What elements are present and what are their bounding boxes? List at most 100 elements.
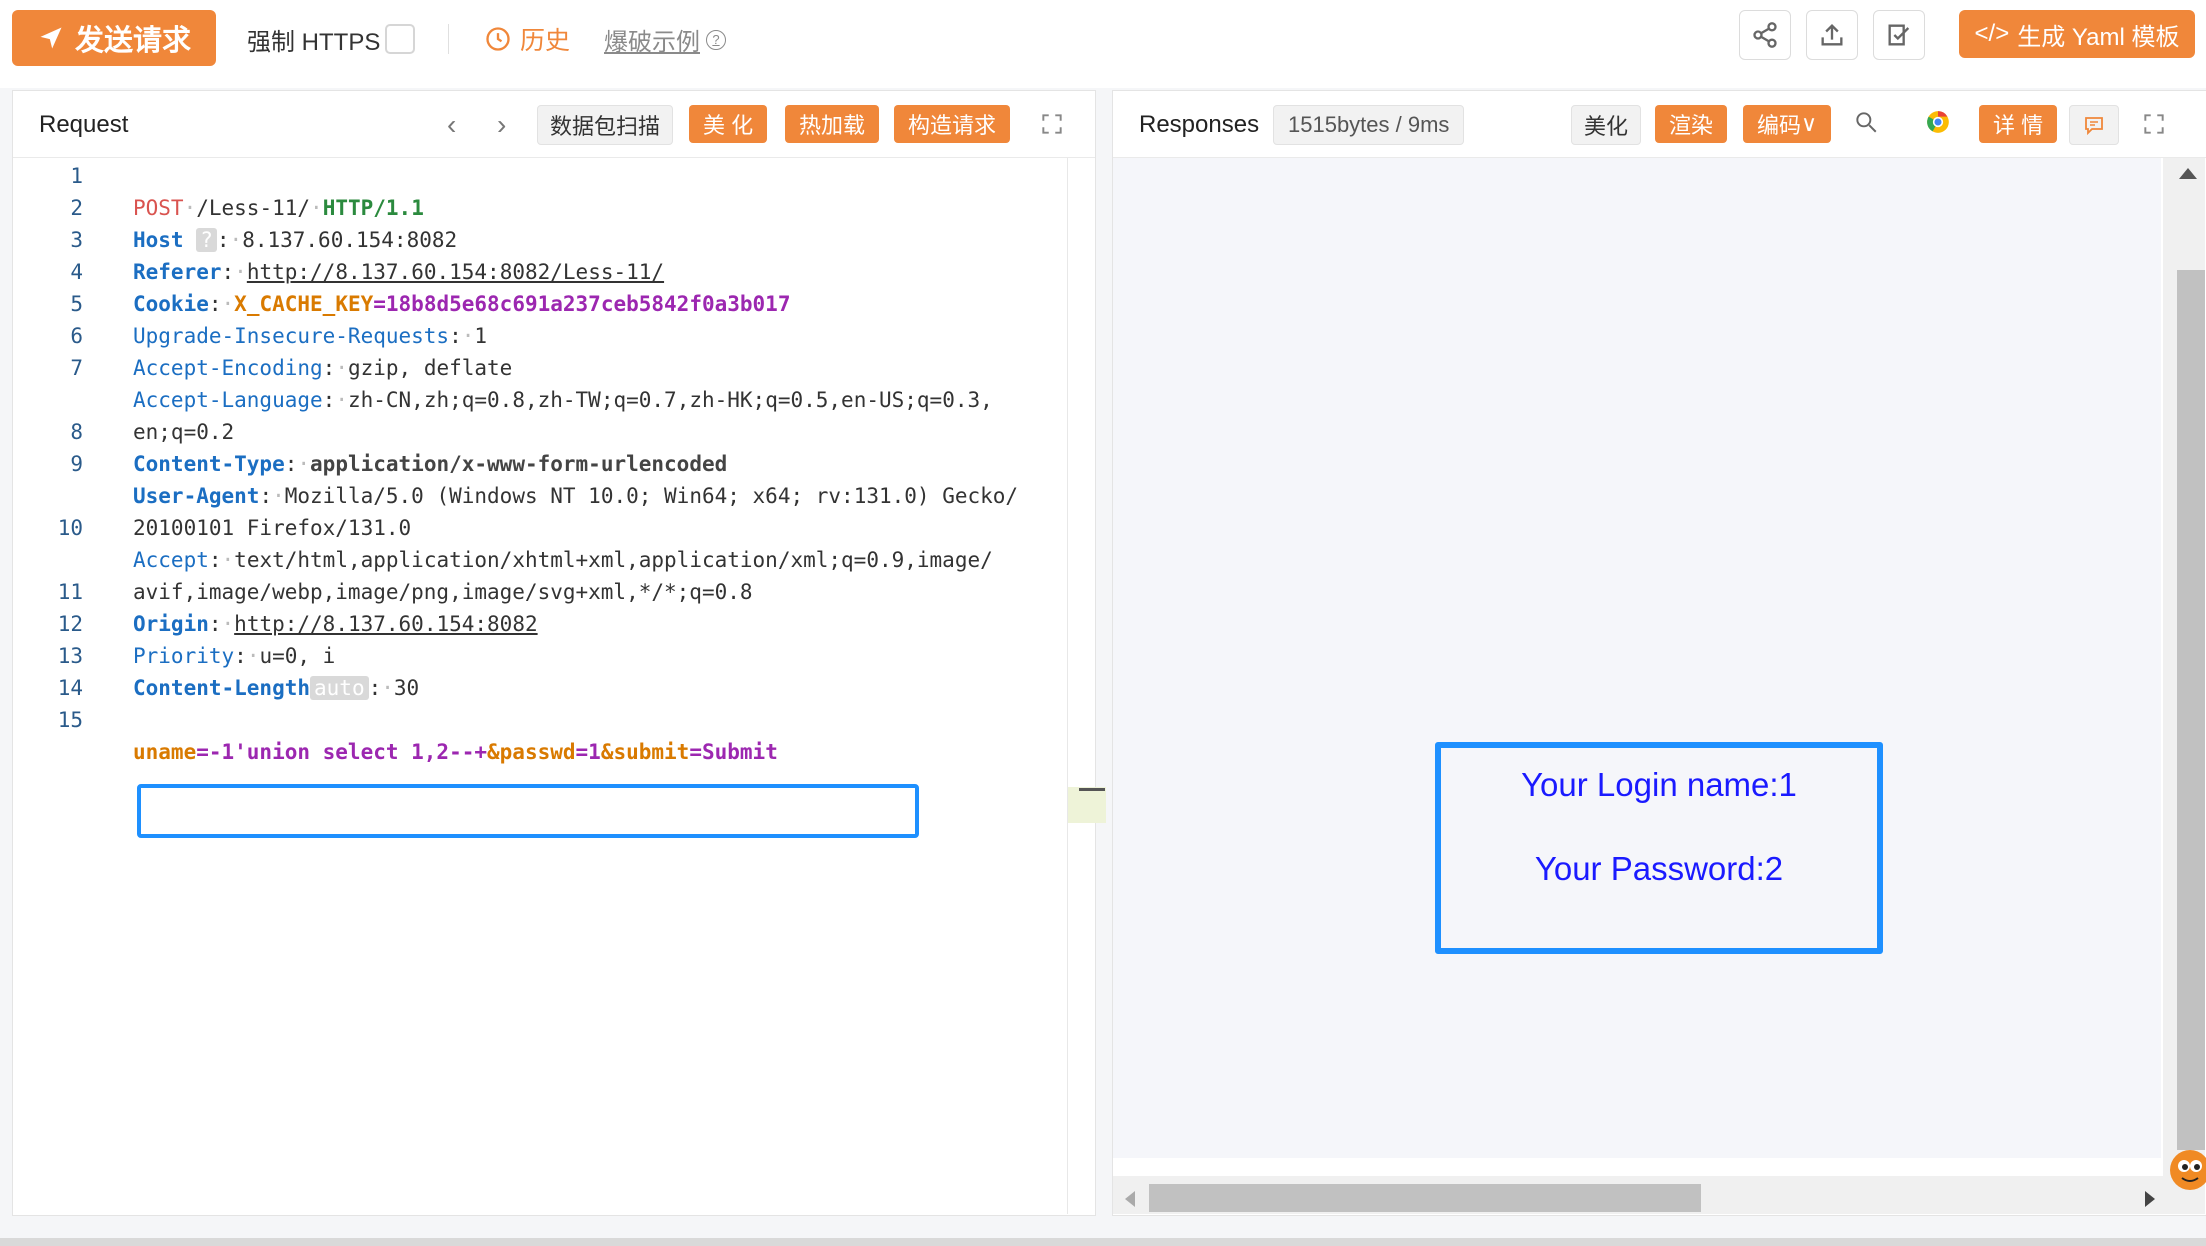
mascot-icon[interactable] [2160,1140,2206,1200]
header-key: Priority [133,644,235,668]
header-user-agent-cont: 20100101 Firefox/131.0 [13,480,411,540]
minimap-marker [1079,788,1105,791]
header-accept-language: Accept-Language:·zh-CN,zh;q=0.8,zh-TW;q=… [133,388,993,412]
chevron-left-icon[interactable]: ‹ [447,109,456,141]
header-value: en;q=0.2 [133,420,235,444]
chevron-right-icon[interactable]: › [497,109,506,141]
chrome-icon[interactable] [1925,109,1951,135]
share-button[interactable] [1739,10,1791,60]
body-highlight-box [137,784,919,838]
code-icon: </> [1974,20,2010,47]
header-key: Accept [133,548,209,572]
response-header: Responses 1515bytes / 9ms 美化 渲染 编码 ∨ 详 情 [1113,91,2206,158]
force-https-checkbox[interactable] [385,24,415,54]
expand-icon[interactable] [1039,111,1065,137]
bottom-strip [0,1238,2206,1246]
cookie-name: X_CACHE_KEY [234,292,374,316]
header-key: Accept-Encoding [133,356,323,380]
header-value: avif,image/webp,image/png,image/svg+xml,… [133,580,753,604]
header-value: gzip, deflate [347,356,513,380]
history-button[interactable]: 历史 [484,21,570,57]
header-user-agent: User-Agent:·Mozilla/5.0 (Windows NT 10.0… [133,484,1019,508]
editor-divider [1067,158,1068,1214]
body-value: =Submit [689,740,778,764]
vertical-scrollbar[interactable] [2163,158,2205,1214]
header-key: Content-Type [133,452,285,476]
construct-request-button[interactable]: 构造请求 [894,105,1011,143]
response-beautify-label: 美化 [1584,114,1629,139]
host-badge: ? [196,228,217,252]
packet-scan-button[interactable]: 数据包扫描 [537,105,674,145]
packet-scan-label: 数据包扫描 [550,114,661,139]
body-key: uname [133,740,197,764]
scroll-left-arrow[interactable] [1125,1191,1135,1207]
horizontal-scrollbar[interactable] [1113,1176,2163,1214]
help-icon: ? [706,29,726,50]
construct-request-label: 构造请求 [908,113,997,138]
search-icon[interactable] [1853,109,1879,135]
vertical-scroll-thumb[interactable] [2177,270,2205,1150]
header-upgrade-insecure: Upgrade-Insecure-Requests:·1 [133,324,488,348]
request-line: POST·/Less-11/·HTTP/1.1 [133,196,424,220]
details-button[interactable]: 详 情 [1979,105,2058,143]
header-key: Upgrade-Insecure-Requests [133,324,450,348]
expand-icon[interactable] [2141,111,2167,137]
toolbar-divider [448,24,449,54]
import-button[interactable] [1873,10,1925,60]
header-key: Origin [133,612,209,636]
rendered-response: Your Login name:1 Your Password:2 [1113,158,2161,1211]
header-content-type: Content-Type:·application/x-www-form-url… [133,452,728,476]
body-value: =-1'union select 1,2--+ [196,740,488,764]
referer-link[interactable]: http://8.137.60.154:8082/Less-11/ [247,260,664,284]
chevron-down-icon: ∨ [1801,111,1818,136]
encoding-dropdown[interactable]: 编码 ∨ [1743,105,1832,143]
export-button[interactable] [1806,10,1858,60]
scroll-up-arrow[interactable] [2179,168,2197,179]
render-button[interactable]: 渲染 [1655,105,1728,143]
header-key: Accept-Language [133,388,323,412]
horizontal-scroll-thumb[interactable] [1149,1184,1701,1212]
header-value: zh-CN,zh;q=0.8,zh-TW;q=0.7,zh-HK;q=0.5,e… [347,388,993,412]
response-size-label: 1515bytes / 9ms [1288,112,1450,137]
cookie-value: =18b8d5e68c691a237ceb5842f0a3b017 [373,292,791,316]
header-key: Cookie [133,292,209,316]
response-title: Responses [1139,111,1260,138]
origin-link[interactable]: http://8.137.60.154:8082 [234,612,537,636]
history-label: 历史 [520,27,571,55]
render-label: 渲染 [1669,113,1714,138]
edit-check-icon [1888,24,1910,46]
request-editor[interactable]: 1 2 3 4 5 6 7 8 9 10 11 12 13 14 15 POST·/Less-11/·HTT… [13,158,1067,1214]
login-result-box: Your Login name:1 Your Password:2 [1435,742,1883,954]
header-key: Content-Length [133,676,311,700]
header-key: Host [133,228,184,252]
header-key: Referer [133,260,222,284]
body-value: =1 [575,740,601,764]
clock-icon [486,27,510,51]
generate-yaml-button[interactable]: </> 生成 Yaml 模板 [1959,10,2195,58]
header-value: application/x-www-form-urlencoded [310,452,728,476]
beautify-label: 美 化 [703,113,754,138]
send-request-label: 发送请求 [74,25,191,57]
header-value: text/html,application/xhtml+xml,applicat… [234,548,993,572]
request-title: Request [39,111,129,138]
brute-force-example-link[interactable]: 爆破示例 ? [604,22,726,57]
header-origin: Origin:·http://8.137.60.154:8082 [133,612,538,636]
header-priority: Priority:·u=0, i [133,644,336,668]
header-host: Host ?:·8.137.60.154:8082 [133,228,458,252]
send-request-button[interactable]: 发送请求 [12,10,216,66]
hot-load-button[interactable]: 热加载 [785,105,880,143]
scroll-right-arrow[interactable] [2145,1191,2155,1207]
header-accept-cont: avif,image/webp,image/png,image/svg+xml,… [13,544,753,604]
header-value: 8.137.60.154:8082 [242,228,458,252]
request-header: Request ‹ › 数据包扫描 美 化 热加载 构造请求 [13,91,1095,158]
http-protocol: HTTP/1.1 [322,196,424,220]
body-key: &passwd [487,740,576,764]
beautify-button[interactable]: 美 化 [689,105,768,143]
auto-badge: auto [310,676,369,700]
header-value: u=0, i [259,644,336,668]
response-beautify-button[interactable]: 美化 [1571,105,1642,145]
comment-button[interactable] [2069,105,2119,145]
header-content-length: Content-Length auto:·30 [133,676,420,700]
details-label: 详 情 [1993,113,2044,138]
request-panel: Request ‹ › 数据包扫描 美 化 热加载 构造请求 123456789… [12,90,1106,1216]
